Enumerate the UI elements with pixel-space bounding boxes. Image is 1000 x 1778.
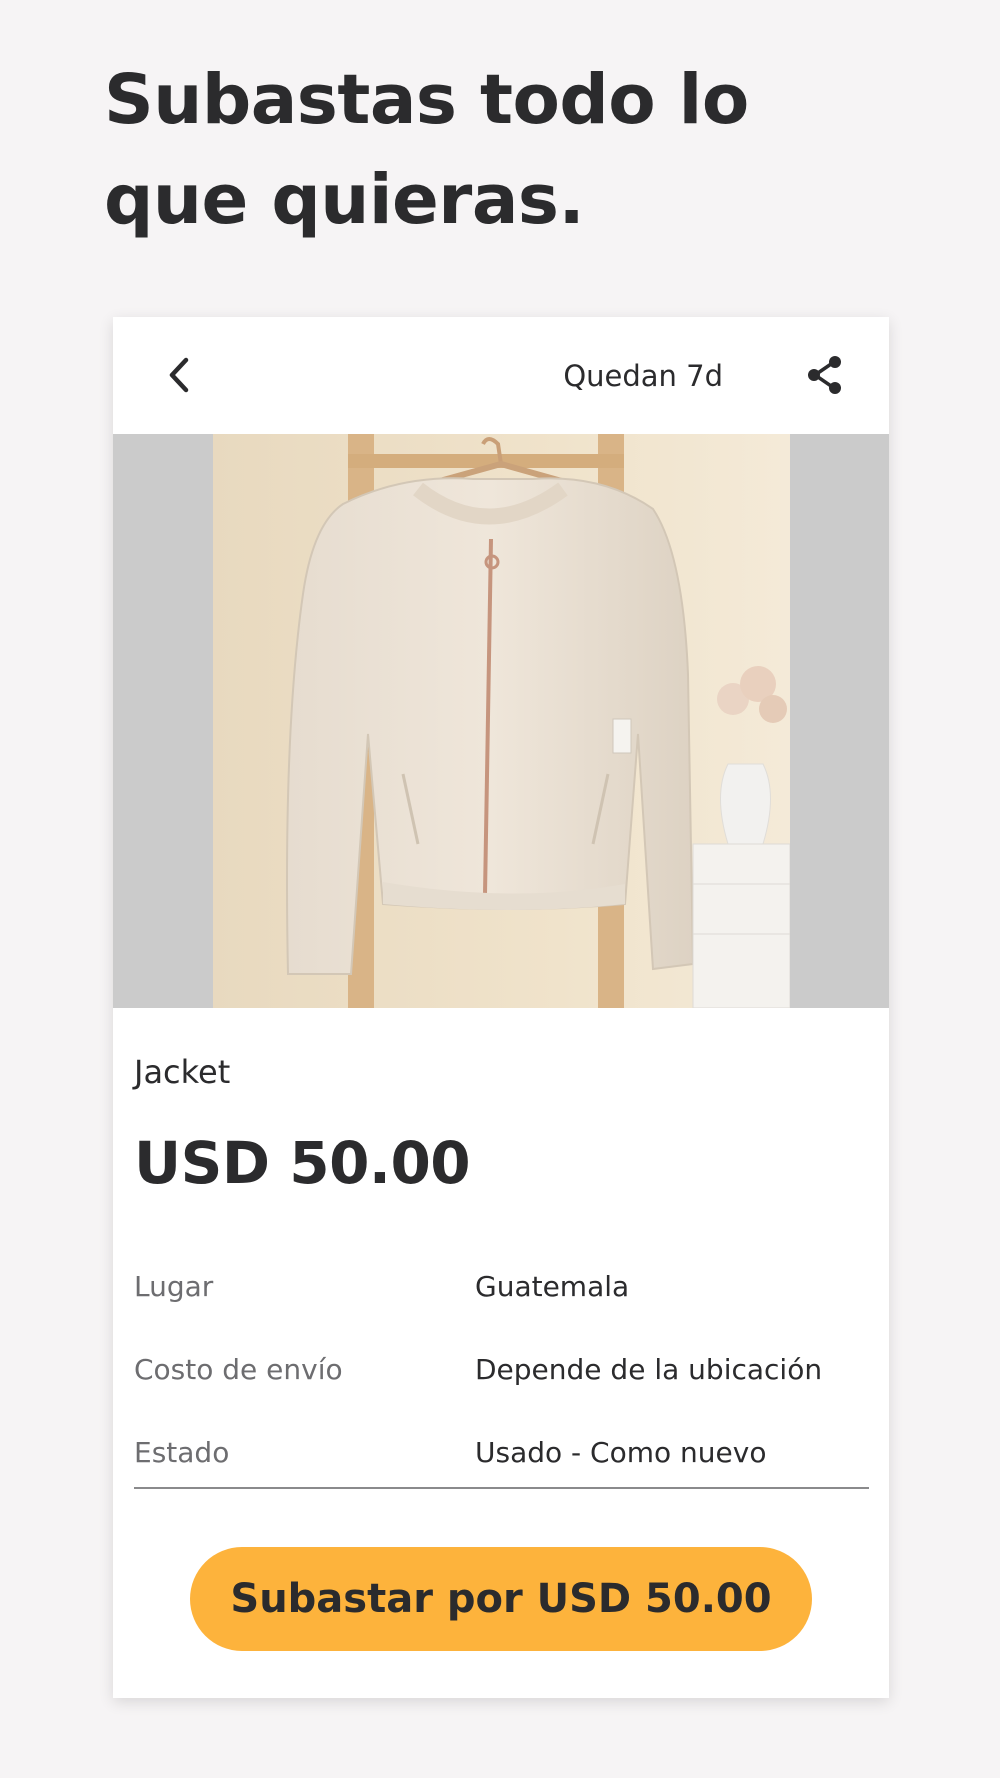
detail-row-shipping: Costo de envío Depende de la ubicación bbox=[134, 1348, 869, 1392]
time-remaining: Quedan 7d bbox=[563, 359, 723, 393]
detail-row-condition: Estado Usado - Como nuevo bbox=[134, 1431, 869, 1475]
listing-top-bar: Quedan 7d bbox=[113, 317, 889, 434]
detail-label: Estado bbox=[134, 1436, 230, 1469]
jacket-image bbox=[213, 434, 790, 1008]
listing-card: Quedan 7d Jacket USD 50.00 Lugar Guatema… bbox=[113, 317, 889, 1698]
divider bbox=[134, 1487, 869, 1489]
product-photo-area bbox=[113, 434, 889, 1008]
chevron-left-icon bbox=[169, 357, 189, 393]
detail-value: Depende de la ubicación bbox=[475, 1353, 823, 1386]
detail-value: Guatemala bbox=[475, 1270, 630, 1303]
detail-label: Costo de envío bbox=[134, 1353, 343, 1386]
detail-row-location: Lugar Guatemala bbox=[134, 1265, 869, 1309]
product-photo[interactable] bbox=[213, 434, 790, 1008]
headline: Subastas todo lo que quieras. bbox=[104, 60, 749, 240]
share-button[interactable] bbox=[803, 353, 847, 397]
bid-button[interactable]: Subastar por USD 50.00 bbox=[190, 1547, 812, 1651]
detail-value: Usado - Como nuevo bbox=[475, 1436, 767, 1469]
listing-price: USD 50.00 bbox=[134, 1129, 471, 1197]
back-button[interactable] bbox=[161, 355, 201, 395]
listing-title: Jacket bbox=[134, 1053, 231, 1091]
detail-label: Lugar bbox=[134, 1270, 214, 1303]
share-icon bbox=[808, 356, 841, 394]
